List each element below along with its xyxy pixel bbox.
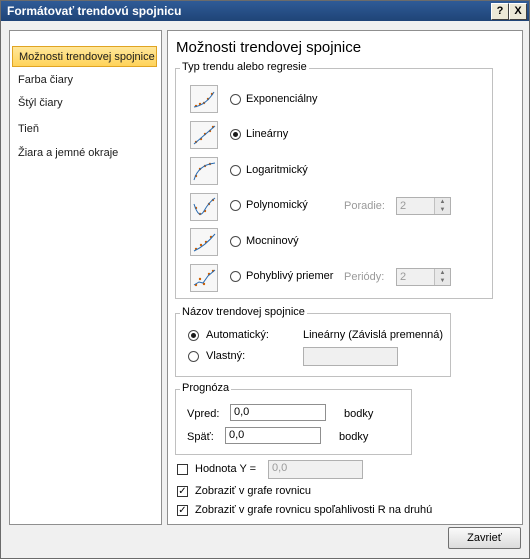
backward-input[interactable]: 0,0 [225,427,321,444]
linear-label: Lineárny [246,128,289,140]
backward-unit: bodky [339,431,369,443]
trend-name-group: Názov trendovej spojnice Automatický: Li… [175,306,451,377]
forward-label: Vpred: [187,408,220,420]
power-trend-icon [190,228,218,256]
automatic-name-radio[interactable] [188,330,199,341]
order-label: Poradie: [344,200,385,212]
automatic-name-label: Automatický: [206,329,269,341]
moving-average-trend-icon [190,264,218,292]
display-r-squared-checkbox[interactable]: ✓ [177,505,188,516]
forward-unit: bodky [344,408,374,420]
spin-down-icon[interactable]: ▼ [435,206,450,214]
display-equation-label: Zobraziť v grafe rovnicu [195,485,312,497]
order-stepper[interactable]: 2 ▲ ▼ [396,197,451,215]
custom-name-input[interactable] [303,347,398,366]
period-label: Periódy: [344,271,385,283]
exponential-label: Exponenciálny [246,93,318,105]
nav-item-line-color[interactable]: Farba čiary [12,70,157,91]
forecast-group: Prognóza Vpred: 0,0 bodky Späť: 0,0 bodk… [175,382,412,455]
nav-item-line-style[interactable]: Štýl čiary [12,93,157,114]
backward-label: Späť: [187,431,214,443]
intercept-label: Hodnota Y = [195,463,257,475]
options-panel: Možnosti trendovej spojnice Typ trendu a… [167,30,523,525]
intercept-checkbox[interactable] [177,464,188,475]
nav-item-trendline-options[interactable]: Možnosti trendovej spojnice [12,46,157,67]
help-button[interactable]: ? [491,3,509,20]
format-trendline-dialog: Formátovať trendovú spojnicu ? X Možnost… [0,0,530,559]
title-bar[interactable]: Formátovať trendovú spojnicu ? X [1,1,529,21]
logarithmic-radio[interactable] [230,165,241,176]
moving-average-radio[interactable] [230,271,241,282]
power-radio[interactable] [230,236,241,247]
automatic-name-value: Lineárny (Závislá premenná) [303,329,444,341]
close-window-button[interactable]: X [509,3,527,20]
polynomial-label: Polynomický [246,199,308,211]
period-value: 2 [400,271,407,283]
dialog-body: Možnosti trendovej spojnice Farba čiary … [1,21,529,558]
logarithmic-trend-icon [190,157,218,185]
trend-type-group-label: Typ trendu alebo regresie [180,61,309,73]
period-spin-buttons[interactable]: ▲ ▼ [434,269,450,285]
polynomial-radio[interactable] [230,200,241,211]
custom-name-radio[interactable] [188,351,199,362]
category-list: Možnosti trendovej spojnice Farba čiary … [9,30,162,525]
logarithmic-label: Logaritmický [246,164,308,176]
moving-average-label: Pohyblivý priemer [246,270,334,282]
polynomial-trend-icon [190,193,218,221]
panel-title: Možnosti trendovej spojnice [176,39,362,56]
close-button[interactable]: Zavrieť [448,527,521,549]
trend-type-group: Typ trendu alebo regresie Exponenciálny … [175,61,493,299]
order-spin-buttons[interactable]: ▲ ▼ [434,198,450,214]
trend-name-group-label: Názov trendovej spojnice [180,306,307,318]
nav-item-shadow[interactable]: Tieň [12,119,157,140]
spin-up-icon[interactable]: ▲ [435,269,450,277]
linear-trend-icon [190,121,218,149]
dialog-title: Formátovať trendovú spojnicu [7,4,182,18]
forward-input[interactable]: 0,0 [230,404,326,421]
forecast-group-label: Prognóza [180,382,232,394]
spin-up-icon[interactable]: ▲ [435,198,450,206]
exponential-trend-icon [190,85,218,113]
order-value: 2 [400,200,407,212]
exponential-radio[interactable] [230,94,241,105]
display-equation-checkbox[interactable]: ✓ [177,486,188,497]
spin-down-icon[interactable]: ▼ [435,277,450,285]
intercept-input[interactable]: 0,0 [268,460,363,479]
display-r-squared-label: Zobraziť v grafe rovnicu spoľahlivosti R… [195,504,433,516]
nav-item-glow-soft-edges[interactable]: Žiara a jemné okraje [12,143,157,164]
linear-radio[interactable] [230,129,241,140]
custom-name-label: Vlastný: [206,350,246,362]
power-label: Mocninový [246,235,299,247]
period-stepper[interactable]: 2 ▲ ▼ [396,268,451,286]
